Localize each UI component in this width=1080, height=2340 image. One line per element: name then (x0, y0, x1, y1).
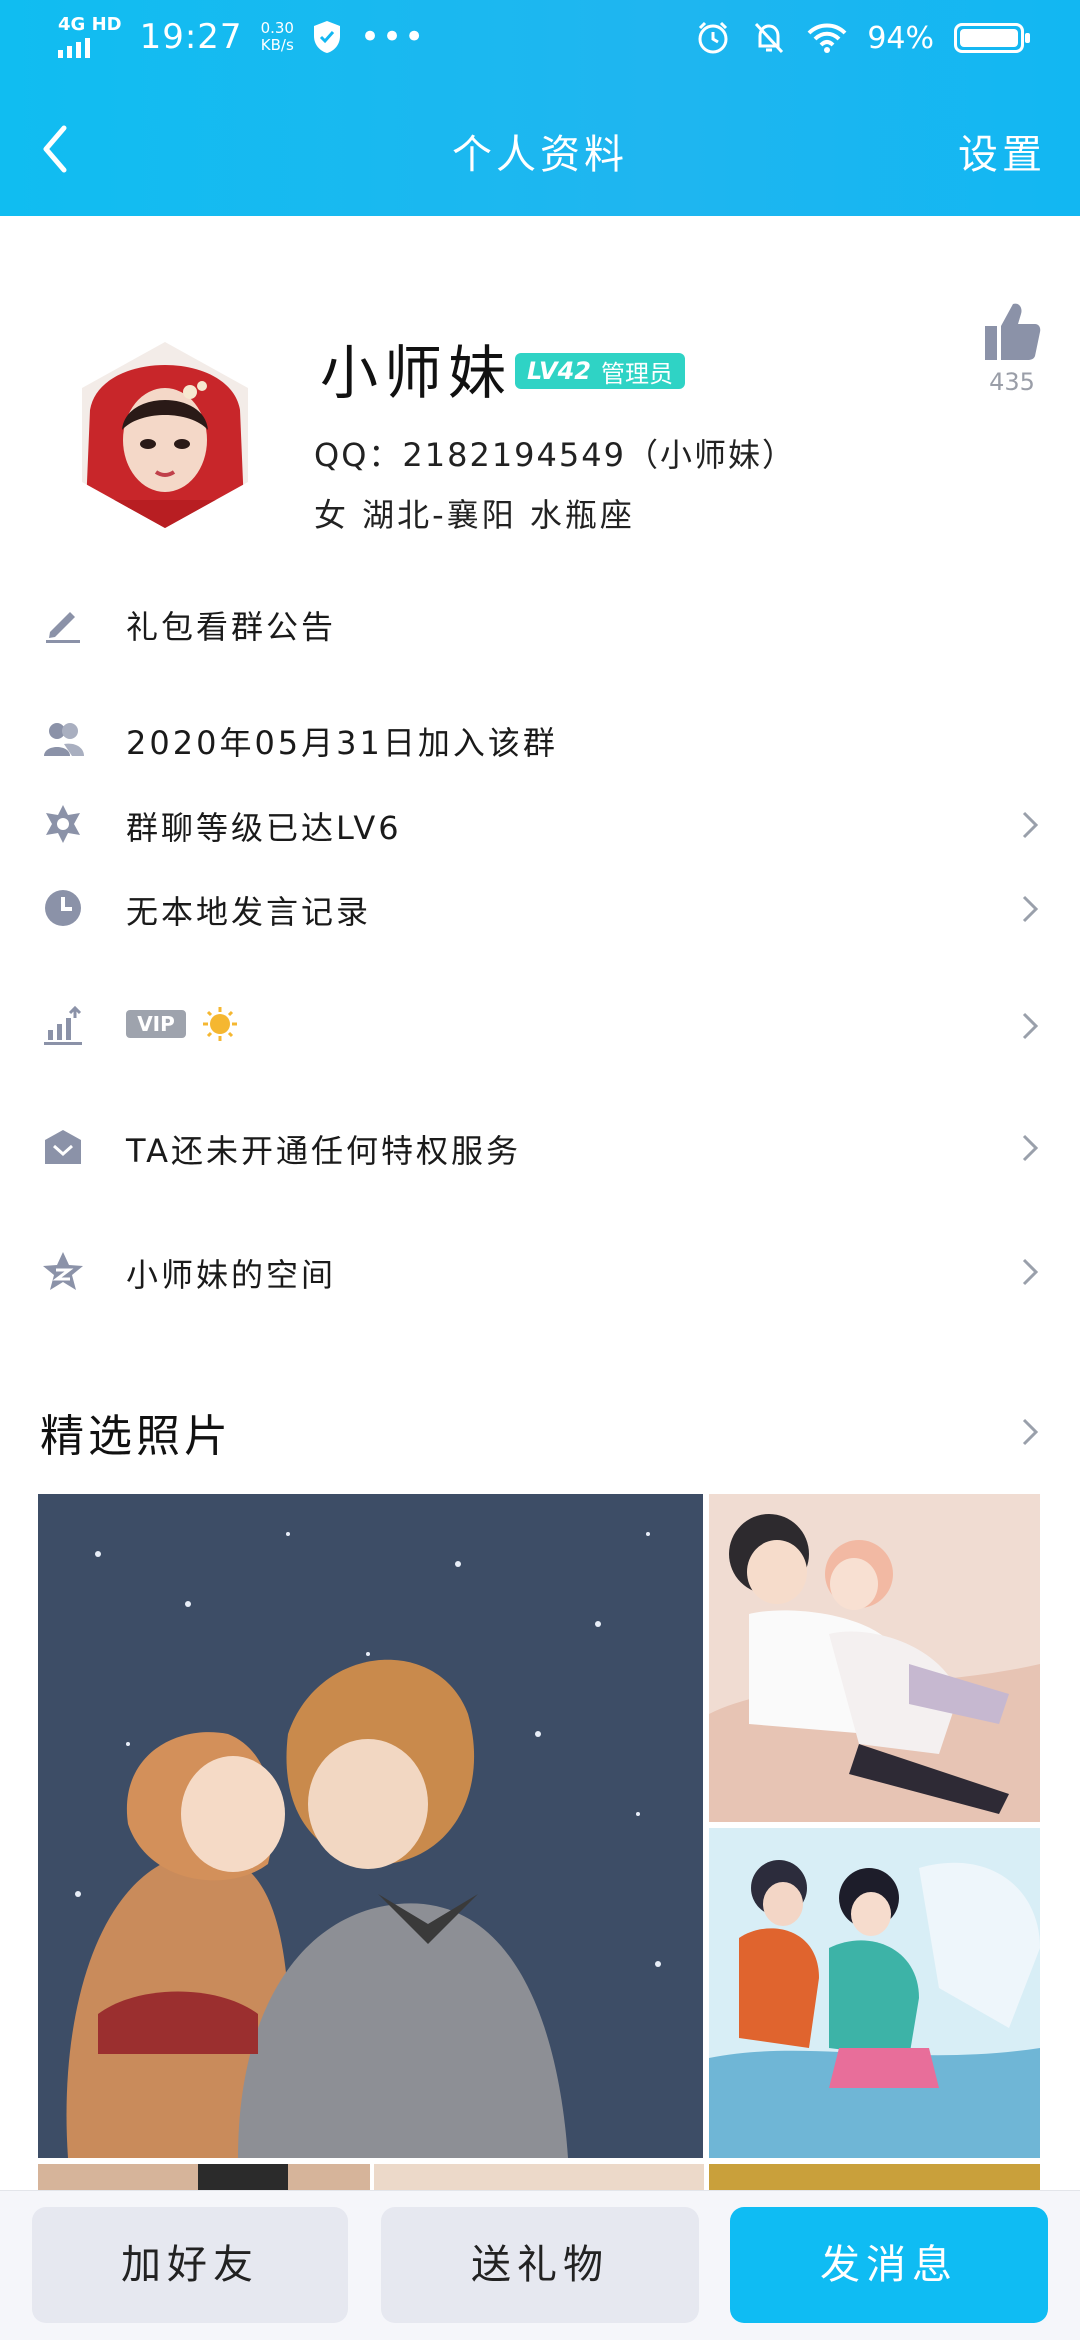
signal-indicator: 4G HD (58, 16, 122, 58)
mute-bell-icon (755, 22, 784, 54)
photo-1[interactable] (38, 1494, 703, 2158)
settings-button[interactable]: 设置 (958, 122, 1046, 180)
group-level-label: 群聊等级已达LV6 (126, 809, 402, 847)
clock-icon (45, 890, 81, 926)
history-label: 无本地发言记录 (126, 893, 372, 931)
page-title: 个人资料 (452, 132, 628, 178)
more-dots-icon: ••• (359, 17, 427, 57)
star-badge-icon (46, 805, 80, 843)
status-left: 4G HD 19:27 0.30 KB/s ••• (58, 16, 426, 58)
profile-info: 女 湖北-襄阳 水瓶座 (314, 496, 635, 534)
chevron-right-icon (1022, 1134, 1039, 1162)
alarm-icon (698, 21, 728, 54)
like-count: 435 (989, 368, 1035, 396)
join-date-label: 2020年05月31日加入该群 (126, 724, 558, 762)
net-speed-unit: KB/s (260, 36, 294, 54)
add-friend-button[interactable]: 加好友 (32, 2207, 348, 2323)
signal-bars-icon (58, 36, 122, 58)
qzone-star-icon (43, 1252, 83, 1290)
net-speed-value: 0.30 (260, 19, 294, 37)
privilege-label: TA还未开通任何特权服务 (126, 1132, 521, 1170)
send-message-button[interactable]: 发消息 (730, 2207, 1048, 2323)
wifi-icon (807, 23, 847, 53)
featured-photos-title[interactable]: 精选照片 (40, 1400, 232, 1464)
members-icon (44, 723, 84, 756)
edit-icon (46, 612, 80, 643)
row-history[interactable]: 无本地发言记录 (0, 873, 1080, 943)
chevron-right-icon (1022, 1258, 1039, 1286)
header: 4G HD 19:27 0.30 KB/s ••• 94% 个人资料 设置 (0, 0, 1080, 216)
thumbs-up-icon (985, 303, 1041, 360)
battery-percent: 94% (867, 20, 934, 56)
profile-name: 小师妹 (320, 339, 513, 407)
bottom-action-bar: 加好友 送礼物 发消息 (0, 2190, 1080, 2340)
level-badge: LV42 管理员 (515, 353, 685, 389)
row-vip[interactable]: VIP (0, 990, 1080, 1060)
crown-house-icon (45, 1130, 81, 1164)
chevron-right-icon (1022, 811, 1039, 839)
row-space[interactable]: 小师妹的空间 (0, 1236, 1080, 1306)
qq-number: QQ：2182194549（小师妹） (314, 436, 796, 474)
clock: 19:27 (139, 17, 243, 57)
nav-bar: 个人资料 设置 (0, 96, 1080, 196)
send-gift-button[interactable]: 送礼物 (381, 2207, 699, 2323)
level-text: LV42 (527, 357, 591, 385)
announcement-label: 礼包看群公告 (126, 608, 337, 646)
level-up-icon (44, 1005, 82, 1045)
photo-3[interactable] (709, 1828, 1040, 2158)
chevron-right-icon (1022, 1012, 1039, 1040)
sun-icon (203, 1007, 237, 1041)
like-button[interactable]: 435 (972, 300, 1052, 396)
role-text: 管理员 (600, 359, 673, 388)
network-type: 4G HD (58, 14, 122, 35)
vip-badge: VIP (126, 1010, 186, 1038)
avatar[interactable] (70, 340, 260, 530)
space-label: 小师妹的空间 (126, 1256, 337, 1294)
status-right: 94% (695, 20, 1030, 56)
row-announcement[interactable]: 礼包看群公告 (0, 588, 1080, 658)
chevron-right-icon (1022, 895, 1039, 923)
battery-icon (954, 23, 1030, 53)
net-speed: 0.30 KB/s (261, 20, 294, 54)
row-privilege[interactable]: TA还未开通任何特权服务 (0, 1112, 1080, 1182)
shield-icon (313, 21, 340, 53)
chevron-right-icon[interactable] (1020, 1416, 1040, 1448)
row-group-level[interactable]: 群聊等级已达LV6 (0, 789, 1080, 859)
row-join-date: 2020年05月31日加入该群 (0, 704, 1080, 774)
photo-2[interactable] (709, 1494, 1040, 1822)
status-bar: 4G HD 19:27 0.30 KB/s ••• 94% (0, 0, 1080, 86)
